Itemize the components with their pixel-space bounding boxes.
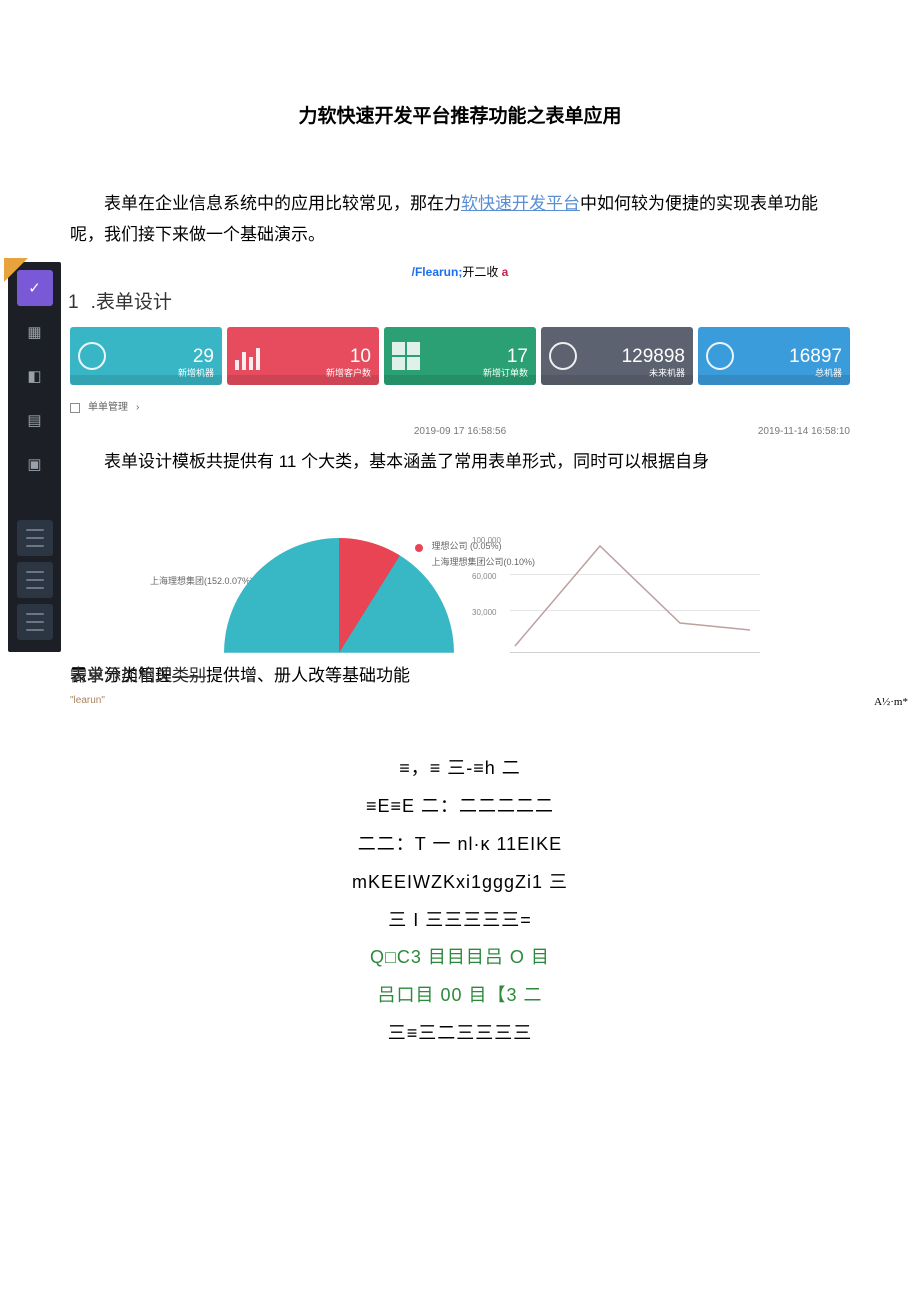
bars-icon [235,342,263,370]
stat-card-5[interactable]: 16897 总机器 [698,327,850,385]
y-tick-30k: 30,000 [472,606,496,620]
sidebar: ✓ ▦ ◧ ▤ ▣ [8,262,61,652]
glyph-row: ≡，≡ 三-≡h 二 [300,750,620,788]
pie-label-left: 上海理想集团(152.0.07%) [150,573,253,589]
stat-card-3[interactable]: 17 新增订单数 [384,327,536,385]
icon-glyph-grid: ≡，≡ 三-≡h 二 ≡E≡E 二：二二二二二 二二：T 一 nl·κ 11EI… [300,750,620,1052]
line-chart: 100,000 60,000 30,000 [510,538,760,653]
crumb-label: 单单管理 [88,399,128,417]
stat-card-2[interactable]: 10 新增客户数 [227,327,379,385]
intro-paragraph: 表单在企业信息系统中的应用比较常见，那在力软快速开发平台中如何较为便捷的实现表单… [70,189,850,250]
sidebar-block-c[interactable] [17,604,53,640]
glyph-row: mKEEIWZKxi1gggZi1 三 [300,864,620,902]
section-title: .表单设计 [91,286,172,320]
overlay-text-block: 需求添加相关类别 表单分类管理——提供增、册人改等基础功能 "learun" A… [70,661,850,711]
globe-icon [706,342,734,370]
stat-value: 29 [193,347,214,366]
globe-icon [549,342,577,370]
glyph-row: ≡E≡E 二：二二二二二 [300,788,620,826]
intro-text-a: 表单在企业信息系统中的应用比较常见，那在力 [104,194,461,213]
header-red: a [502,265,509,279]
line-path [510,538,760,653]
mid-meta-row: 2019-09 17 16:58:56 2019-11-14 16:58:10 [70,423,850,441]
meta-date-2: 2019-11-14 16:58:10 [590,423,850,441]
page-title: 力软快速开发平台推荐功能之表单应用 [70,100,850,134]
sidebar-block-a[interactable] [17,520,53,556]
glyph-row: 吕口目 00 目【3 二 [300,977,620,1015]
stat-card-row: 29 新增机器 10 新增客户数 17 新增订单数 129898 未来机器 [70,327,850,385]
grid-icon [392,342,420,370]
stat-value: 17 [507,347,528,366]
header-brand: /Flearun; [412,265,463,279]
overlay-right-text: A½·m* [874,693,908,713]
header-breadcrumb: /Flearun;开二收 a [70,262,850,284]
breadcrumb: 单单管理 › [70,399,850,417]
stat-value: 10 [350,347,371,366]
grid-small-icon [70,403,80,413]
stat-value: 129898 [622,347,685,366]
section-1-heading: 1 .表单设计 [68,286,850,320]
y-tick-100k: 100,000 [472,534,501,548]
dashboard-screenshot: ✓ ▦ ◧ ▤ ▣ /Flearun;开二收 a 1 .表单设计 29 新增机器 [70,262,850,710]
charts-row: 上海理想集团(152.0.07%) 理想公司 (0.05%) 上海理想集团公司(… [70,518,850,653]
overlay-gray-text: 需求添加相关类别 [70,661,206,692]
sidebar-block-b[interactable] [17,562,53,598]
glyph-row: Q□C3 目目目吕 O 目 [300,939,620,977]
header-text: 开二收 [462,265,498,279]
corner-ribbon-icon [4,258,34,288]
glyph-row: 三 I 三三三三三= [300,902,620,940]
sidebar-item-2[interactable]: ▦ [17,314,53,350]
stat-card-1[interactable]: 29 新增机器 [70,327,222,385]
sidebar-item-3[interactable]: ◧ [17,358,53,394]
meta-date-1: 2019-09 17 16:58:56 [330,423,590,441]
glyph-row: 三≡三二三三三三 [300,1015,620,1053]
section-number: 1 [68,286,79,320]
stat-value: 16897 [789,347,842,366]
pie-shape [224,538,454,768]
stat-card-4[interactable]: 129898 未来机器 [541,327,693,385]
sidebar-item-4[interactable]: ▤ [17,402,53,438]
pie-icon [78,342,106,370]
pie-chart: 上海理想集团(152.0.07%) 理想公司 (0.05%) 上海理想集团公司(… [210,518,470,653]
platform-link[interactable]: 软快速开发平台 [461,194,580,213]
overlay-small-text: "learun" [70,692,850,710]
paragraph-2: 表单设计模板共提供有 11 个大类，基本涵盖了常用表单形式，同时可以根据自身 [70,447,850,478]
y-tick-60k: 60,000 [472,570,496,584]
sidebar-item-5[interactable]: ▣ [17,446,53,482]
glyph-row: 二二：T 一 nl·κ 11EIKE [300,826,620,864]
